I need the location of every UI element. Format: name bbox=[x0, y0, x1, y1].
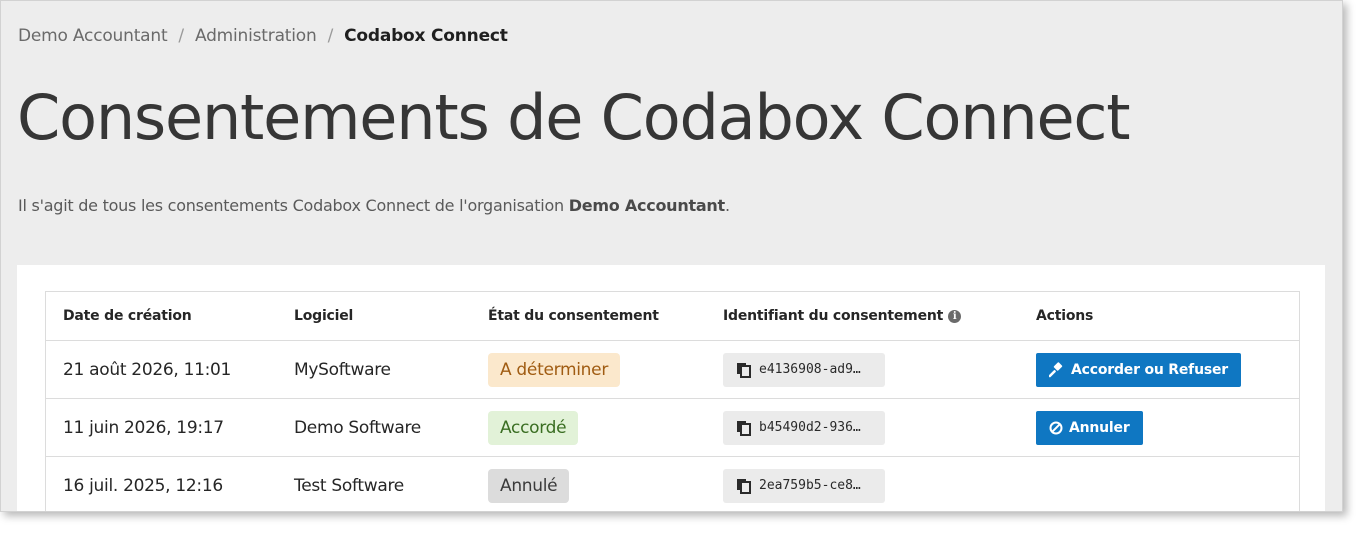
page-title: Consentements de Codabox Connect bbox=[17, 81, 1131, 154]
identifier-value: e4136908-ad9… bbox=[759, 362, 861, 377]
column-header-identifier-label: Identifiant du consentement bbox=[723, 308, 944, 324]
status-cell: A déterminer bbox=[488, 352, 621, 387]
identifier-value: 2ea759b5-ce8… bbox=[759, 478, 861, 493]
table-row: 21 août 2026, 11:01 MySoftware A détermi… bbox=[46, 341, 1299, 399]
grant-or-refuse-button[interactable]: Accorder ou Refuser bbox=[1036, 352, 1241, 387]
copy-icon bbox=[737, 478, 751, 494]
identifier-cell: b45490d2-936… bbox=[723, 410, 885, 445]
column-header-identifier: Identifiant du consentement i bbox=[723, 308, 962, 324]
copy-icon bbox=[737, 420, 751, 436]
status-badge-cancelled: Annulé bbox=[488, 468, 570, 503]
status-badge-granted: Accordé bbox=[488, 410, 579, 445]
page-description: Il s'agit de tous les consentements Coda… bbox=[18, 196, 730, 215]
column-header-software: Logiciel bbox=[294, 308, 354, 324]
created-date: 21 août 2026, 11:01 bbox=[63, 359, 232, 380]
cancel-consent-label: Annuler bbox=[1069, 419, 1130, 436]
breadcrumb-current: Codabox Connect bbox=[344, 26, 508, 46]
copy-identifier-button[interactable]: 2ea759b5-ce8… bbox=[723, 468, 885, 503]
column-header-status: État du consentement bbox=[488, 308, 659, 324]
identifier-cell: e4136908-ad9… bbox=[723, 352, 885, 387]
grant-or-refuse-label: Accorder ou Refuser bbox=[1071, 361, 1228, 378]
created-date: 16 juil. 2025, 12:16 bbox=[63, 475, 223, 496]
identifier-value: b45490d2-936… bbox=[759, 420, 861, 435]
identifier-cell: 2ea759b5-ce8… bbox=[723, 468, 885, 503]
description-text: Il s'agit de tous les consentements Coda… bbox=[18, 196, 569, 215]
info-icon[interactable]: i bbox=[948, 309, 962, 323]
table-header-row: Date de création Logiciel État du consen… bbox=[46, 292, 1299, 341]
cancel-consent-button[interactable]: Annuler bbox=[1036, 410, 1143, 445]
software-name: Test Software bbox=[294, 475, 404, 496]
copy-icon bbox=[737, 362, 751, 378]
status-badge-pending: A déterminer bbox=[488, 352, 621, 387]
copy-identifier-button[interactable]: e4136908-ad9… bbox=[723, 352, 885, 387]
status-cell: Annulé bbox=[488, 468, 570, 503]
status-cell: Accordé bbox=[488, 410, 579, 445]
breadcrumb-separator: / bbox=[327, 26, 334, 46]
description-suffix: . bbox=[724, 196, 730, 215]
breadcrumb-item-organization[interactable]: Demo Accountant bbox=[18, 26, 168, 46]
actions-cell: Accorder ou Refuser bbox=[1036, 352, 1241, 387]
consents-table: Date de création Logiciel État du consen… bbox=[45, 291, 1300, 511]
breadcrumb-item-administration[interactable]: Administration bbox=[195, 26, 317, 46]
consents-card: Date de création Logiciel État du consen… bbox=[17, 265, 1325, 511]
actions-cell: Annuler bbox=[1036, 410, 1143, 445]
copy-identifier-button[interactable]: b45490d2-936… bbox=[723, 410, 885, 445]
breadcrumb-separator: / bbox=[178, 26, 184, 46]
software-name: Demo Software bbox=[294, 417, 421, 438]
software-name: MySoftware bbox=[294, 359, 391, 380]
table-row: 16 juil. 2025, 12:16 Test Software Annul… bbox=[46, 457, 1299, 511]
gavel-icon bbox=[1049, 361, 1063, 377]
breadcrumb: Demo Accountant / Administration / Codab… bbox=[18, 26, 508, 46]
ban-icon bbox=[1049, 421, 1063, 434]
column-header-created: Date de création bbox=[63, 308, 192, 324]
app-window: Demo Accountant / Administration / Codab… bbox=[0, 0, 1343, 512]
column-header-actions: Actions bbox=[1036, 308, 1094, 324]
description-organization: Demo Accountant bbox=[568, 196, 725, 215]
table-row: 11 juin 2026, 19:17 Demo Software Accord… bbox=[46, 399, 1299, 457]
created-date: 11 juin 2026, 19:17 bbox=[63, 417, 224, 438]
